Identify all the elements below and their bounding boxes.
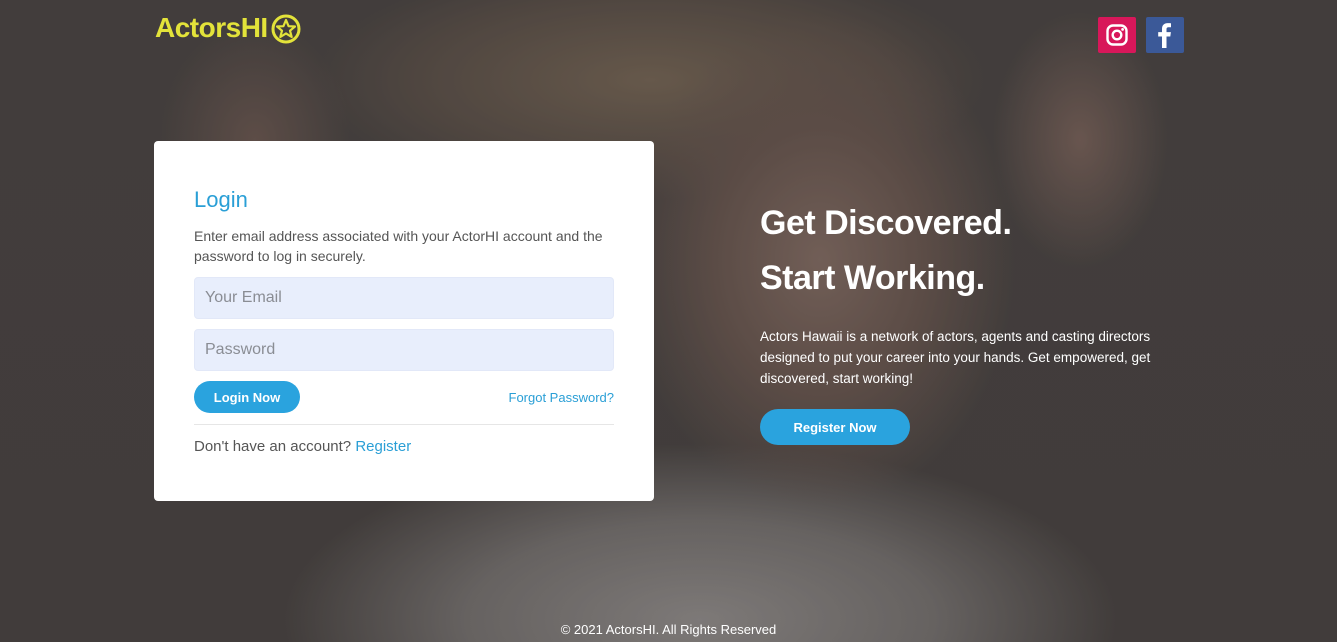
password-field[interactable] bbox=[205, 341, 613, 359]
footer-copyright: © 2021 ActorsHI. All Rights Reserved bbox=[560, 622, 777, 637]
email-field-wrapper bbox=[194, 277, 614, 319]
login-button[interactable]: Login Now bbox=[194, 381, 300, 413]
login-actions: Login Now Forgot Password? bbox=[194, 381, 614, 413]
divider bbox=[194, 424, 614, 425]
email-field[interactable] bbox=[205, 289, 613, 307]
hero-heading: Get Discovered. Start Working. bbox=[760, 204, 1012, 297]
star-icon bbox=[271, 14, 301, 44]
login-card: Login Enter email address associated wit… bbox=[154, 141, 654, 501]
hero-body: Actors Hawaii is a network of actors, ag… bbox=[760, 329, 1151, 386]
social-links bbox=[1098, 17, 1184, 53]
register-now-button[interactable]: Register Now bbox=[760, 409, 910, 445]
register-link[interactable]: Register bbox=[355, 438, 411, 455]
password-field-wrapper bbox=[194, 329, 614, 371]
instagram-button[interactable] bbox=[1098, 17, 1136, 53]
facebook-button[interactable] bbox=[1146, 17, 1184, 53]
login-title: Login bbox=[194, 187, 248, 212]
instagram-icon bbox=[1106, 24, 1128, 46]
hero-section: Get Discovered. Start Working. Actors Ha… bbox=[760, 196, 1180, 445]
register-prompt: Don't have an account? Register bbox=[194, 438, 614, 455]
brand-logo[interactable]: ActorsHI bbox=[155, 12, 302, 44]
login-description: Enter email address associated with your… bbox=[194, 228, 603, 264]
logo-text: ActorsHI bbox=[155, 12, 268, 43]
no-account-text: Don't have an account? bbox=[194, 438, 352, 455]
forgot-password-link[interactable]: Forgot Password? bbox=[509, 390, 615, 405]
facebook-icon bbox=[1158, 23, 1171, 48]
